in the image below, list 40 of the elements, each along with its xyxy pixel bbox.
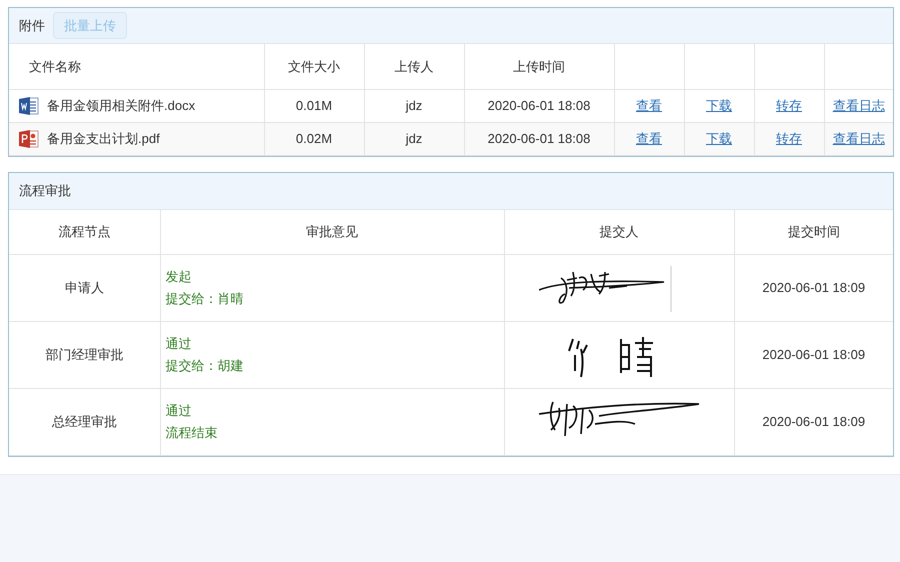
submit-time: 2020-06-01 18:09 [762, 347, 866, 362]
panel-title: 附件 [19, 16, 45, 35]
uploader-name: jdz [406, 98, 422, 113]
action-link[interactable]: 转存 [776, 130, 802, 146]
action-link[interactable]: 查看 [636, 130, 662, 146]
upload-time: 2020-06-01 18:08 [488, 130, 590, 146]
word-document-icon [19, 96, 39, 116]
node-name: 部门经理审批 [45, 347, 124, 362]
column-header: 文件大小 [288, 58, 340, 74]
column-header: 提交人 [600, 224, 638, 239]
opinion-text: 提交给：肖晴 [166, 291, 244, 306]
file-name: 备用金支出计划.pdf [47, 130, 160, 148]
submit-time: 2020-06-01 18:09 [762, 280, 866, 296]
action-link[interactable]: 查看日志 [832, 98, 885, 113]
action-link[interactable]: 查看日志 [832, 130, 885, 146]
opinion-text: 通过 [166, 403, 192, 418]
presentation-document-icon [19, 128, 39, 148]
file-size: 0.01M [296, 98, 332, 113]
file-size: 0.02M [296, 130, 332, 146]
action-link[interactable]: 下载 [706, 98, 732, 113]
column-header: 文件名称 [29, 58, 81, 74]
opinion-text: 提交给：胡建 [166, 358, 244, 373]
opinion-text: 流程结束 [166, 425, 218, 440]
column-header: 审批意见 [306, 224, 358, 239]
action-link[interactable]: 查看 [636, 98, 662, 113]
action-link[interactable]: 转存 [776, 98, 802, 113]
column-header: 上传时间 [513, 58, 565, 74]
submit-time: 2020-06-01 18:09 [762, 414, 866, 430]
node-name: 申请人 [64, 280, 104, 296]
opinion-text: 发起 [166, 269, 192, 284]
column-header: 流程节点 [58, 224, 110, 239]
action-link[interactable]: 下载 [706, 130, 732, 146]
column-header: 上传人 [394, 58, 434, 74]
uploader-name: jdz [406, 130, 422, 146]
upload-time: 2020-06-01 18:08 [488, 98, 590, 113]
node-name: 总经理审批 [52, 414, 117, 430]
panel-title: 流程审批 [19, 182, 71, 200]
file-name: 备用金领用相关附件.docx [47, 96, 196, 115]
column-header: 提交时间 [788, 224, 840, 239]
opinion-text: 通过 [166, 336, 192, 351]
